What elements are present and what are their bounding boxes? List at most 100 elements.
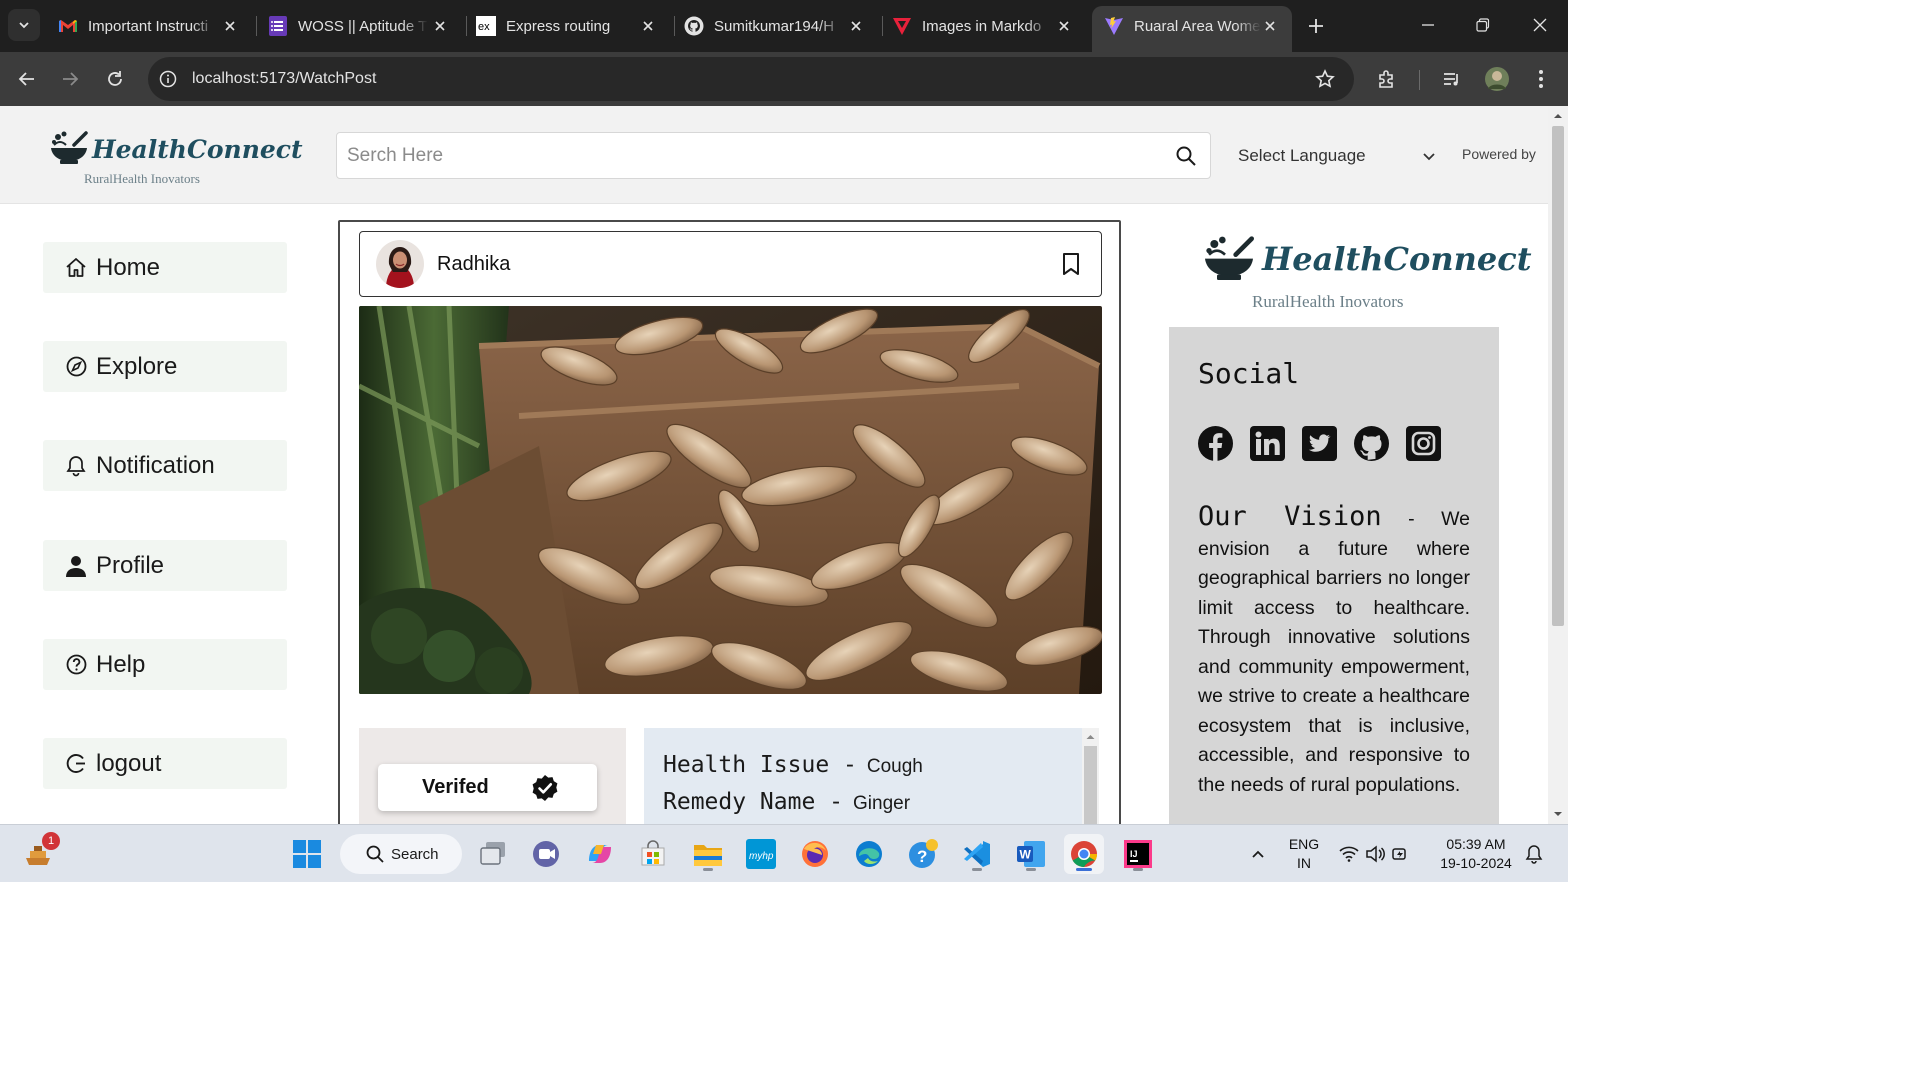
scroll-up-icon xyxy=(1554,114,1562,118)
copilot-button[interactable] xyxy=(580,834,620,874)
logout-icon xyxy=(65,753,87,775)
address-bar[interactable]: localhost:5173/WatchPost xyxy=(148,57,1354,101)
chevron-up-icon xyxy=(1252,850,1264,858)
health-issue-key: Health Issue - xyxy=(663,752,857,778)
intellij-button[interactable]: IJ xyxy=(1118,834,1158,874)
browser-tab-active[interactable]: Ruaral Area Wome xyxy=(1092,6,1292,52)
nav-item-notification[interactable]: Notification xyxy=(43,440,287,491)
twitter-icon[interactable] xyxy=(1302,426,1337,461)
close-icon[interactable] xyxy=(1261,16,1280,36)
running-indicator xyxy=(972,868,982,871)
instagram-icon[interactable] xyxy=(1406,426,1441,461)
mortar-pestle-icon xyxy=(1205,236,1254,280)
profile-avatar-button[interactable] xyxy=(1480,62,1514,96)
edge-button[interactable] xyxy=(849,834,889,874)
language-indicator[interactable]: ENG IN xyxy=(1282,835,1326,873)
vision-body: - We envision a future where geographica… xyxy=(1198,508,1470,796)
chrome-button[interactable] xyxy=(1064,834,1104,874)
browser-tab[interactable]: WOSS || Aptitude T xyxy=(256,6,462,46)
url-text[interactable]: localhost:5173/WatchPost xyxy=(192,70,376,88)
language-select[interactable]: Select Language xyxy=(1228,141,1440,171)
task-view-button[interactable] xyxy=(473,834,513,874)
notification-center-button[interactable] xyxy=(1516,834,1552,874)
new-tab-button[interactable] xyxy=(1302,12,1330,40)
minimize-button[interactable] xyxy=(1408,8,1448,42)
browser-tab[interactable]: Sumitkumar194/H xyxy=(672,6,878,46)
myhp-icon: myhp xyxy=(746,839,776,869)
vision-text: Our Vision - We envision a future where … xyxy=(1198,502,1470,800)
page-scrollbar[interactable] xyxy=(1548,106,1568,824)
site-tagline: RuralHealth Inovators xyxy=(84,171,200,186)
nav-item-home[interactable]: Home xyxy=(43,242,287,293)
nav-item-explore[interactable]: Explore xyxy=(43,341,287,392)
extensions-button[interactable] xyxy=(1370,62,1404,96)
close-icon[interactable] xyxy=(1054,16,1074,36)
media-control-button[interactable] xyxy=(1435,62,1469,96)
panel-scroll-thumb[interactable] xyxy=(1084,746,1097,824)
nav-item-profile[interactable]: Profile xyxy=(43,540,287,591)
nav-item-help[interactable]: Help xyxy=(43,639,287,690)
verified-label: Verifed xyxy=(422,776,489,798)
clock[interactable]: 05:39 AM 19-10-2024 xyxy=(1430,835,1522,873)
panel-scrollbar[interactable] xyxy=(1082,728,1099,824)
page-scroll-thumb[interactable] xyxy=(1552,126,1564,626)
express-icon: ex xyxy=(476,16,496,36)
chevron-down-icon xyxy=(1423,153,1435,161)
help-app-button[interactable]: ? xyxy=(903,834,943,874)
nav-item-label: Explore xyxy=(96,352,178,380)
firefox-button[interactable] xyxy=(795,834,835,874)
bookmark-button[interactable] xyxy=(1059,251,1083,277)
author-avatar[interactable] xyxy=(376,240,424,288)
start-button[interactable] xyxy=(287,834,327,874)
tab-search-button[interactable] xyxy=(8,9,40,41)
word-button[interactable]: W xyxy=(1011,834,1051,874)
vscode-button[interactable] xyxy=(957,834,997,874)
browser-tab[interactable]: Images in Markdo xyxy=(880,6,1086,46)
taskbar-search[interactable]: Search xyxy=(340,834,462,874)
nav-item-logout[interactable]: logout xyxy=(43,738,287,789)
edge-icon xyxy=(856,841,882,867)
vision-heading: Our Vision xyxy=(1198,501,1382,532)
reload-button[interactable] xyxy=(98,62,132,96)
file-explorer-button[interactable] xyxy=(688,834,728,874)
site-brand-name: HealthConnect xyxy=(92,135,303,164)
social-icon-list xyxy=(1198,426,1441,461)
chevron-down-icon xyxy=(19,22,29,29)
forward-button[interactable] xyxy=(53,62,87,96)
close-icon[interactable] xyxy=(846,16,866,36)
browser-tab[interactable]: ex Express routing xyxy=(464,6,670,46)
site-info-icon[interactable] xyxy=(158,69,178,89)
window-close-button[interactable] xyxy=(1520,8,1560,42)
arrow-right-icon xyxy=(63,72,79,86)
minimize-icon xyxy=(1422,24,1434,26)
search-button[interactable] xyxy=(1166,136,1206,176)
tab-title: Sumitkumar194/H xyxy=(714,17,835,35)
author-name[interactable]: Radhika xyxy=(437,253,510,276)
back-button[interactable] xyxy=(10,62,44,96)
store-button[interactable] xyxy=(633,834,673,874)
browser-menu-button[interactable] xyxy=(1524,62,1558,96)
help-bubble-icon: ? xyxy=(909,839,938,868)
quick-settings-button[interactable] xyxy=(1330,834,1420,874)
meet-app-button[interactable] xyxy=(526,834,566,874)
facebook-icon[interactable] xyxy=(1198,426,1233,461)
windows-taskbar: 1 Search myhp ? W IJ ENG IN 05:39 AM 19-… xyxy=(0,824,1568,882)
browser-tab[interactable]: Important Instructi xyxy=(46,6,252,46)
close-icon[interactable] xyxy=(220,16,240,36)
windows-logo-icon xyxy=(293,840,321,868)
restore-button[interactable] xyxy=(1463,8,1503,42)
github-icon[interactable] xyxy=(1354,426,1389,461)
close-icon[interactable] xyxy=(430,16,450,36)
task-view-icon xyxy=(480,842,505,865)
avatar-icon xyxy=(1485,67,1509,91)
nav-item-label: Profile xyxy=(96,551,165,579)
close-icon[interactable] xyxy=(638,16,658,36)
tab-title: Ruaral Area Wome xyxy=(1134,17,1261,35)
tray-app-button[interactable]: 1 xyxy=(18,832,60,874)
myhp-button[interactable]: myhp xyxy=(741,834,781,874)
bookmark-star-button[interactable] xyxy=(1308,62,1342,96)
search-input[interactable] xyxy=(337,133,1166,178)
linkedin-icon[interactable] xyxy=(1250,426,1285,461)
show-hidden-icons-button[interactable] xyxy=(1238,834,1278,874)
bell-icon xyxy=(65,455,87,477)
